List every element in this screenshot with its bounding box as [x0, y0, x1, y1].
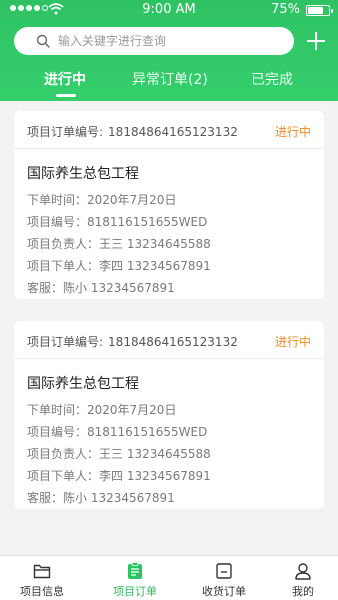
customer-service: 客服：陈小 13234567891 [27, 491, 175, 505]
order-card[interactable]: 项目订单编号: 18184864165123132 进行中 国际养生总包工程 下单… [14, 111, 324, 299]
nav-project-info[interactable]: 项目信息 [0, 556, 84, 600]
active-tab-indicator [56, 94, 76, 97]
order-card[interactable]: 项目订单编号: 18184864165123132 进行中 国际养生总包工程 下单… [14, 321, 324, 509]
nav-receipt-orders[interactable]: 收货订单 [182, 556, 266, 600]
card-header: 项目订单编号: 18184864165123132 进行中 [14, 321, 324, 359]
order-tabs: 进行中 异常订单(2) 已完成 [0, 64, 338, 101]
nav-label: 项目信息 [20, 585, 64, 598]
customer-service: 客服：陈小 13234567891 [27, 281, 175, 295]
nav-label: 收货订单 [202, 585, 246, 598]
order-number-label: 项目订单编号: [27, 335, 104, 349]
order-time: 下单时间：2020年7月20日 [27, 403, 177, 417]
order-number: 项目订单编号: 18184864165123132 [27, 123, 238, 140]
folder-icon [33, 564, 51, 579]
project-orderer: 项目下单人：李四 13234567891 [27, 259, 211, 273]
header: 9:00 AM 75% 进行中 异常订单(2) 已完成 [0, 0, 338, 101]
project-title: 国际养生总包工程 [27, 376, 139, 392]
battery-icon [306, 5, 333, 16]
order-number-label: 项目订单编号: [27, 125, 104, 139]
tab-completed[interactable]: 已完成 [251, 69, 293, 89]
project-orderer: 项目下单人：李四 13234567891 [27, 469, 211, 483]
nav-project-orders[interactable]: 项目订单 [93, 556, 177, 600]
clipboard-icon [128, 562, 142, 579]
add-button[interactable] [304, 29, 328, 53]
order-number: 项目订单编号: 18184864165123132 [27, 333, 238, 350]
status-badge: 进行中 [274, 125, 311, 139]
tab-in-progress[interactable]: 进行中 [44, 69, 86, 89]
status-bar: 9:00 AM 75% [0, 0, 338, 20]
search-bar[interactable] [14, 27, 294, 55]
order-number-value: 18184864165123132 [108, 125, 238, 139]
nav-label: 我的 [292, 585, 314, 598]
nav-label: 项目订单 [113, 585, 157, 598]
tab-abnormal-orders[interactable]: 异常订单(2) [132, 69, 208, 89]
project-manager: 项目负责人：王三 13234645588 [27, 237, 211, 251]
box-icon [216, 563, 232, 579]
project-number: 项目编号：818116151655WED [27, 425, 208, 439]
project-manager: 项目负责人：王三 13234645588 [27, 447, 211, 461]
status-badge: 进行中 [274, 335, 311, 349]
search-icon [36, 34, 50, 48]
bottom-nav: 项目信息 项目订单 收货订单 我的 [0, 555, 338, 600]
project-title: 国际养生总包工程 [27, 166, 139, 182]
order-number-value: 18184864165123132 [108, 335, 238, 349]
project-number: 项目编号：818116151655WED [27, 215, 208, 229]
card-header: 项目订单编号: 18184864165123132 进行中 [14, 111, 324, 149]
user-icon [295, 563, 311, 580]
battery-percent: 75% [271, 2, 300, 17]
search-input[interactable] [58, 34, 278, 48]
nav-mine[interactable]: 我的 [261, 556, 338, 600]
order-time: 下单时间：2020年7月20日 [27, 193, 177, 207]
